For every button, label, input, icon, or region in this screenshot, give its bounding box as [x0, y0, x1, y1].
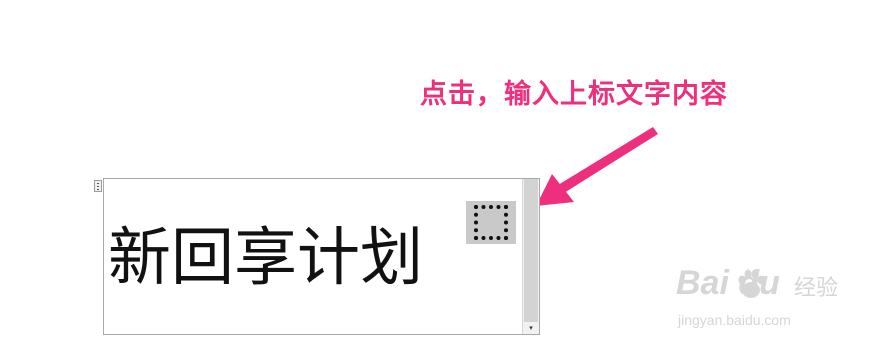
instruction-callout: 点击，输入上标文字内容	[420, 79, 728, 110]
pointer-arrow-icon	[536, 127, 658, 206]
scrollbar-thumb[interactable]	[524, 179, 538, 322]
drag-handle[interactable]	[94, 180, 102, 192]
placeholder-dotted-box	[474, 205, 508, 240]
equation-text[interactable]: 新回享计划	[108, 226, 423, 289]
watermark-url: jingyan.baidu.com	[678, 312, 791, 328]
paw-icon	[738, 269, 765, 298]
superscript-placeholder[interactable]	[466, 201, 516, 244]
watermark-logo: Bai du 经验 jingyan.baidu.com	[676, 264, 866, 339]
watermark-brand-cn: 经验	[794, 276, 839, 301]
scroll-down-arrow-icon[interactable]: ▾	[523, 322, 539, 334]
vertical-scrollbar[interactable]: ▾	[522, 179, 539, 334]
